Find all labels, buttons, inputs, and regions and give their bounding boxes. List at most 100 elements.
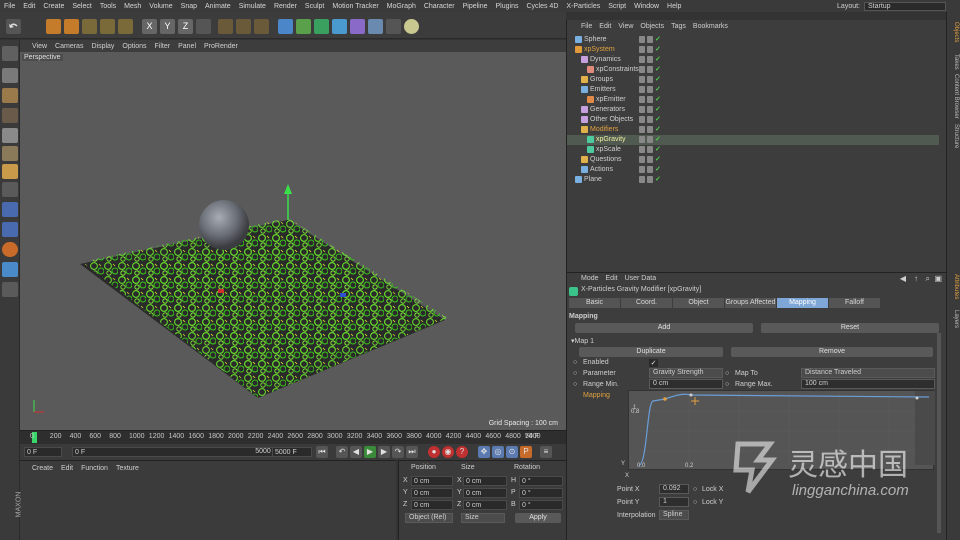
structure-dock-tab[interactable]: Structure [949, 124, 959, 148]
editor-visibility-dot[interactable] [639, 126, 645, 133]
menu-item-cycles-4d[interactable]: Cycles 4D [526, 3, 558, 10]
viewport-menu-options[interactable]: Options [122, 43, 146, 50]
z-axis-lock-icon[interactable]: Z [178, 19, 193, 34]
visibility-flags[interactable]: ✓ [639, 106, 662, 113]
search-icon[interactable]: ⌕ [926, 274, 930, 284]
go-to-start-icon[interactable]: ⏮ [316, 446, 328, 458]
editor-visibility-dot[interactable] [639, 96, 645, 103]
editor-visibility-dot[interactable] [639, 36, 645, 43]
tweak-mode-icon[interactable] [2, 202, 18, 217]
points-mode-icon[interactable] [2, 128, 18, 143]
editor-visibility-dot[interactable] [639, 46, 645, 53]
menu-item-character[interactable]: Character [424, 3, 455, 10]
attribute-menu-user-data[interactable]: User Data [625, 275, 657, 284]
menu-item-help[interactable]: Help [667, 3, 681, 10]
editor-visibility-dot[interactable] [639, 106, 645, 113]
enabled-check-icon[interactable]: ✓ [655, 166, 662, 173]
coordinate-system-icon[interactable] [196, 19, 211, 34]
lock-y-radio[interactable]: ○ [693, 499, 697, 506]
interpolation-select[interactable]: Spline [659, 510, 689, 520]
editor-visibility-dot[interactable] [639, 116, 645, 123]
object-row-xpconstraints[interactable]: xpConstraints ✓ [567, 65, 939, 75]
enabled-check-icon[interactable]: ✓ [655, 176, 662, 183]
play-icon[interactable]: ▶ [364, 446, 376, 458]
enabled-check-icon[interactable]: ✓ [655, 146, 662, 153]
material-menu-edit[interactable]: Edit [61, 465, 73, 472]
enabled-check-icon[interactable]: ✓ [655, 116, 662, 123]
menu-item-tools[interactable]: Tools [100, 3, 116, 10]
rotation-field[interactable]: 0 ° [519, 488, 563, 498]
key-parameter-icon[interactable]: P [520, 446, 532, 458]
back-arrow-icon[interactable]: ◀ [900, 274, 906, 283]
map-to-radio[interactable]: ○ [725, 370, 729, 377]
enabled-radio[interactable]: ○ [573, 359, 577, 366]
next-frame-icon[interactable]: ▶ [378, 446, 390, 458]
move-tool-icon[interactable] [64, 19, 79, 34]
menu-item-animate[interactable]: Animate [205, 3, 231, 10]
visibility-flags[interactable]: ✓ [639, 46, 662, 53]
enabled-check-icon[interactable]: ✓ [655, 36, 662, 43]
enabled-check-icon[interactable]: ✓ [655, 136, 662, 143]
editor-visibility-dot[interactable] [639, 166, 645, 173]
tab-coord-[interactable]: Coord. [621, 298, 672, 308]
render-visibility-dot[interactable] [647, 36, 653, 43]
add-button[interactable]: Add [575, 323, 753, 333]
menu-item-x-particles[interactable]: X-Particles [566, 3, 600, 10]
key-scale-icon[interactable]: ⊙ [506, 446, 518, 458]
editor-visibility-dot[interactable] [639, 146, 645, 153]
timeline-menu-icon[interactable]: ≡ [540, 446, 552, 458]
range-min-field[interactable]: 0 cm [649, 379, 723, 389]
render-visibility-dot[interactable] [647, 126, 653, 133]
position-field[interactable]: 0 cm [411, 500, 453, 510]
editor-visibility-dot[interactable] [639, 156, 645, 163]
object-menu-bookmarks[interactable]: Bookmarks [693, 23, 728, 32]
render-visibility-dot[interactable] [647, 106, 653, 113]
previous-key-icon[interactable]: ↶ [336, 446, 348, 458]
texture-mode-icon[interactable] [2, 88, 18, 103]
point-x-field[interactable]: 0.092 [659, 484, 689, 494]
menu-item-edit[interactable]: Edit [23, 3, 35, 10]
visibility-flags[interactable]: ✓ [639, 56, 662, 63]
locked-workplane-icon[interactable] [2, 262, 18, 277]
object-row-dynamics[interactable]: Dynamics ✓ [567, 55, 939, 65]
previous-frame-icon[interactable]: ◀ [350, 446, 362, 458]
visibility-flags[interactable]: ✓ [639, 166, 662, 173]
coordinate-mode-select[interactable]: Object (Rel) [405, 513, 453, 523]
visibility-flags[interactable]: ✓ [639, 126, 662, 133]
menu-item-plugins[interactable]: Plugins [496, 3, 519, 10]
visibility-flags[interactable]: ✓ [639, 96, 662, 103]
render-view-icon[interactable] [218, 19, 233, 34]
render-visibility-dot[interactable] [647, 46, 653, 53]
visibility-flags[interactable]: ✓ [639, 176, 662, 183]
viewport-menu-panel[interactable]: Panel [178, 43, 196, 50]
recent-tool-icon[interactable] [118, 19, 133, 34]
map-to-select[interactable]: Distance Traveled [801, 368, 935, 378]
enabled-check-icon[interactable]: ✓ [655, 96, 662, 103]
object-row-xpscale[interactable]: xpScale ✓ [567, 145, 939, 155]
visibility-flags[interactable]: ✓ [639, 156, 662, 163]
object-row-plane[interactable]: Plane ✓ [567, 175, 939, 185]
render-picture-viewer-icon[interactable] [236, 19, 251, 34]
rotation-field[interactable]: 0 ° [519, 476, 563, 486]
attributes-dock-tab[interactable]: Attributes [949, 274, 959, 299]
parameter-radio[interactable]: ○ [573, 370, 577, 377]
tab-object[interactable]: Object [673, 298, 724, 308]
render-visibility-dot[interactable] [647, 146, 653, 153]
render-visibility-dot[interactable] [647, 136, 653, 143]
tab-basic[interactable]: Basic [569, 298, 620, 308]
workplane-icon[interactable] [2, 108, 18, 123]
object-menu-edit[interactable]: Edit [599, 23, 611, 32]
planar-workplane-icon[interactable] [2, 282, 18, 297]
menu-item-snap[interactable]: Snap [181, 3, 197, 10]
duplicate-button[interactable]: Duplicate [579, 347, 723, 357]
render-visibility-dot[interactable] [647, 66, 653, 73]
size-mode-select[interactable]: Size [461, 513, 505, 523]
edges-mode-icon[interactable] [2, 146, 18, 161]
range-max-field[interactable]: 100 cm [801, 379, 935, 389]
tab-mapping[interactable]: Mapping [777, 298, 828, 308]
map-group-label[interactable]: ▾Map 1 [571, 337, 594, 345]
menu-item-mograph[interactable]: MoGraph [387, 3, 416, 10]
range-min-radio[interactable]: ○ [573, 381, 577, 388]
object-row-emitters[interactable]: Emitters ✓ [567, 85, 939, 95]
viewport-menu-filter[interactable]: Filter [155, 43, 171, 50]
